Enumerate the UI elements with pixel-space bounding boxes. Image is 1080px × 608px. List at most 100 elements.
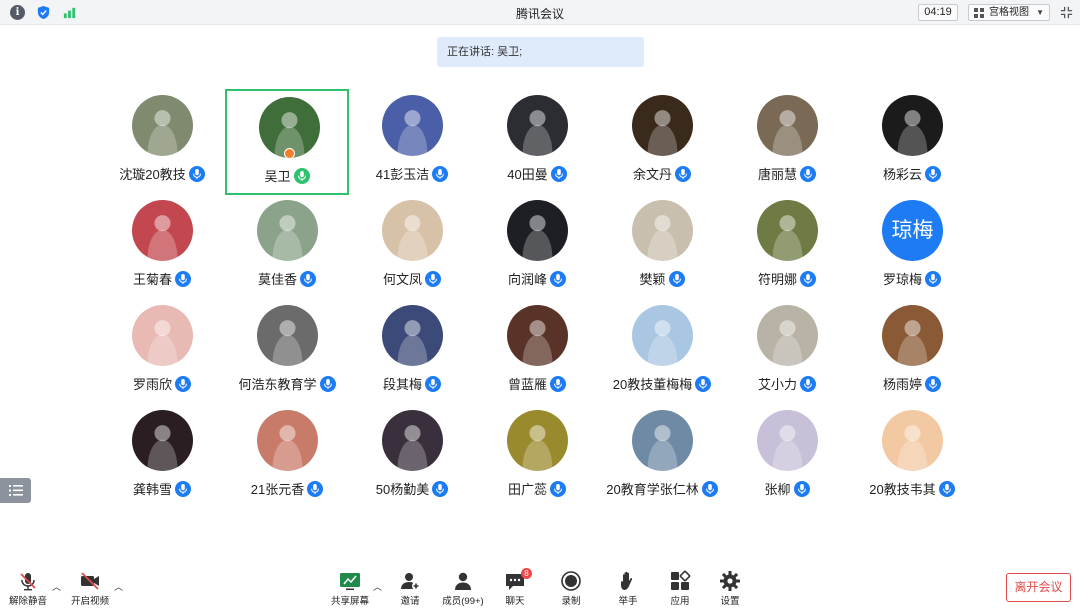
participant-tile[interactable]: 王菊春: [100, 194, 224, 300]
participant-tile[interactable]: 何浩东教育学: [225, 299, 349, 405]
participant-name: 杨雨婷: [882, 377, 922, 392]
participant-tile[interactable]: 罗雨欣: [100, 299, 224, 405]
raise-hand-label: 举手: [618, 596, 638, 607]
mic-icon: [188, 165, 205, 182]
participant-name: 20教技韦其: [869, 482, 936, 497]
mic-icon: [938, 480, 955, 497]
participant-tile[interactable]: 田广蕊: [475, 404, 599, 510]
start-video-button[interactable]: 开启视频: [60, 570, 120, 608]
participant-name-row: 40田曼: [475, 164, 599, 183]
participant-name: 吴卫: [264, 169, 291, 184]
mic-icon: [175, 375, 191, 392]
participant-name-row: 向润峰: [475, 269, 599, 288]
avatar: [882, 95, 943, 156]
participant-name-row: 罗琼梅: [850, 269, 974, 288]
participant-name-row: 20教技董梅梅: [600, 374, 724, 393]
participant-tile[interactable]: 沈璇20教技: [100, 89, 224, 195]
participant-tile[interactable]: 20教育学张仁林: [600, 404, 724, 510]
participant-tile[interactable]: 20教技董梅梅: [600, 299, 724, 405]
avatar: [132, 200, 193, 261]
avatar: [632, 95, 693, 156]
side-list-button[interactable]: [0, 478, 31, 503]
participant-name: 艾小力: [757, 377, 797, 392]
participant-tile[interactable]: 樊颖: [600, 194, 724, 300]
chat-button[interactable]: 8 聊天: [485, 568, 545, 608]
leave-meeting-button[interactable]: 离开会议: [1006, 573, 1071, 602]
mic-icon: [300, 270, 316, 287]
record-button[interactable]: 录制: [541, 570, 601, 608]
participant-name: 向润峰: [507, 272, 547, 287]
participant-tile[interactable]: 曾蓝雁: [475, 299, 599, 405]
settings-button[interactable]: 设置: [700, 570, 760, 608]
unmute-button[interactable]: 解除静音: [0, 570, 58, 608]
participant-tile[interactable]: 张柳: [725, 404, 849, 510]
avatar: [257, 410, 318, 471]
participant-tile[interactable]: 21张元香: [225, 404, 349, 510]
participant-tile[interactable]: 杨彩云: [850, 89, 974, 195]
participant-name: 龚韩雪: [132, 482, 172, 497]
mic-icon: [319, 375, 336, 392]
participant-name-row: 唐丽慧: [725, 164, 849, 183]
mic-icon: [550, 270, 566, 287]
participant-tile[interactable]: 符明娜: [725, 194, 849, 300]
meeting-timer: 04:19: [918, 4, 958, 21]
mic-icon: [432, 480, 449, 497]
mic-icon: [175, 270, 191, 287]
avatar: [132, 410, 193, 471]
avatar: [507, 410, 568, 471]
view-mode-button[interactable]: 宫格视图 ▼: [968, 4, 1050, 21]
participant-tile[interactable]: 50杨勤美: [350, 404, 474, 510]
participant-tile[interactable]: 40田曼: [475, 89, 599, 195]
participant-tile[interactable]: 何文凤: [350, 194, 474, 300]
participant-name: 50杨勤美: [375, 482, 430, 497]
raise-hand-button[interactable]: 举手: [598, 570, 658, 608]
participant-name-row: 樊颖: [600, 269, 724, 288]
participant-tile[interactable]: 余文丹: [600, 89, 724, 195]
start-video-label: 开启视频: [70, 596, 109, 607]
avatar: [382, 95, 443, 156]
avatar: [632, 305, 693, 366]
invite-button[interactable]: 邀请: [380, 570, 440, 608]
avatar: [507, 305, 568, 366]
unmute-label: 解除静音: [8, 596, 47, 607]
record-icon: [561, 571, 581, 591]
host-badge-icon: [284, 148, 295, 159]
participant-name: 樊颖: [639, 272, 666, 287]
participant-name-row: 杨雨婷: [850, 374, 974, 393]
participant-name-row: 符明娜: [725, 269, 849, 288]
avatar: [257, 200, 318, 261]
participant-name: 20教技董梅梅: [612, 377, 693, 392]
muted-mic-icon: [20, 573, 36, 591]
participant-tile[interactable]: 艾小力: [725, 299, 849, 405]
mic-icon: [701, 480, 718, 497]
mic-icon: [695, 375, 712, 392]
participant-tile[interactable]: 琼梅 罗琼梅: [850, 194, 974, 300]
participant-name-row: 罗雨欣: [100, 374, 224, 393]
exit-fullscreen-icon[interactable]: [1059, 5, 1074, 20]
mic-icon: [925, 375, 941, 392]
mic-icon: [925, 165, 941, 182]
avatar: [382, 200, 443, 261]
mic-icon: [550, 480, 566, 497]
participant-tile[interactable]: 向润峰: [475, 194, 599, 300]
participant-tile[interactable]: 41彭玉洁: [350, 89, 474, 195]
participant-name: 王菊春: [132, 272, 172, 287]
participant-tile[interactable]: 吴卫: [225, 89, 349, 195]
participant-name: 曾蓝雁: [507, 377, 547, 392]
avatar: [382, 410, 443, 471]
participant-name-row: 艾小力: [725, 374, 849, 393]
video-options-chevron-icon[interactable]: ︿: [114, 580, 124, 592]
speaking-indicator: 正在讲话: 吴卫;: [437, 37, 644, 67]
participant-tile[interactable]: 莫佳香: [225, 194, 349, 300]
avatar: [382, 305, 443, 366]
participant-tile[interactable]: 杨雨婷: [850, 299, 974, 405]
mic-icon: [425, 375, 441, 392]
participant-tile[interactable]: 唐丽慧: [725, 89, 849, 195]
participant-tile[interactable]: 段其梅: [350, 299, 474, 405]
participant-tile[interactable]: 龚韩雪: [100, 404, 224, 510]
mic-icon: [432, 165, 449, 182]
members-button[interactable]: 成员(99+): [433, 570, 493, 608]
participant-tile[interactable]: 20教技韦其: [850, 404, 974, 510]
share-screen-button[interactable]: 共享屏幕: [320, 570, 380, 608]
mic-icon: [425, 270, 441, 287]
